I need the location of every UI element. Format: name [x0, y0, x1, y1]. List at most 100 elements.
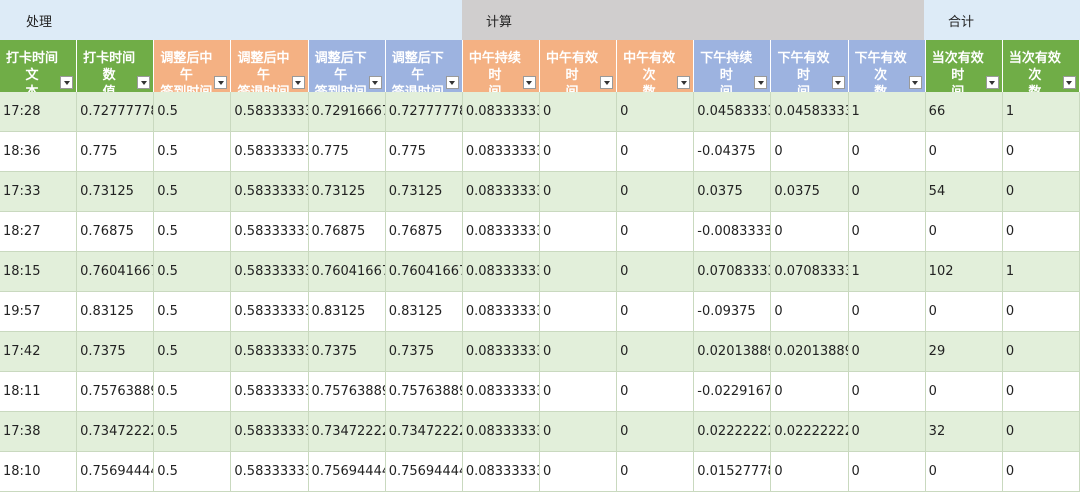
column-header-5[interactable]: 调整后下午签退时间 [385, 40, 463, 92]
table-cell[interactable]: 0.08333333 [462, 252, 540, 292]
table-cell[interactable]: 0 [617, 372, 695, 412]
table-cell[interactable]: 0.5 [154, 292, 232, 332]
table-cell[interactable]: 0.5 [154, 412, 232, 452]
table-cell[interactable]: 0.5 [154, 132, 232, 172]
table-cell[interactable]: 0.775 [308, 132, 386, 172]
table-cell[interactable]: 0.73125 [308, 172, 386, 212]
table-cell[interactable]: 0.75694444 [385, 452, 463, 492]
table-cell[interactable]: 0 [1002, 212, 1080, 252]
table-cell[interactable]: 0 [617, 92, 695, 132]
table-cell[interactable]: 0.83125 [385, 292, 463, 332]
table-cell[interactable]: 18:10 [0, 452, 78, 492]
table-cell[interactable]: 0 [1002, 292, 1080, 332]
table-cell[interactable]: 0.08333333 [462, 452, 540, 492]
table-cell[interactable]: 0.08333333 [462, 132, 540, 172]
table-cell[interactable]: 0 [1002, 132, 1080, 172]
table-cell[interactable]: 0.83125 [308, 292, 386, 332]
table-cell[interactable]: 0.58333333 [231, 212, 309, 252]
table-cell[interactable]: 17:38 [0, 412, 78, 452]
table-cell[interactable]: 0 [617, 132, 695, 172]
table-cell[interactable]: 0 [925, 292, 1003, 332]
table-cell[interactable]: 0.58333333 [231, 252, 309, 292]
table-cell[interactable]: 0.58333333 [231, 452, 309, 492]
table-cell[interactable]: 0 [925, 372, 1003, 412]
table-cell[interactable]: 0 [617, 452, 695, 492]
table-cell[interactable]: 0 [1002, 372, 1080, 412]
filter-dropdown-icon[interactable] [368, 76, 382, 89]
table-cell[interactable]: 0.83125 [77, 292, 155, 332]
filter-dropdown-icon[interactable] [908, 76, 922, 89]
table-cell[interactable]: 0.02013889 [694, 332, 772, 372]
table-cell[interactable]: 0.75763889 [77, 372, 155, 412]
table-cell[interactable]: 0.07083333 [694, 252, 772, 292]
table-cell[interactable]: 0.7375 [77, 332, 155, 372]
table-cell[interactable]: 0.58333333 [231, 92, 309, 132]
table-cell[interactable]: 0.75763889 [385, 372, 463, 412]
table-cell[interactable]: 0.04583333 [771, 92, 849, 132]
table-cell[interactable]: 0.76041667 [308, 252, 386, 292]
table-cell[interactable]: 0.5 [154, 252, 232, 292]
table-cell[interactable]: 1 [848, 92, 926, 132]
table-cell[interactable]: 0.08333333 [462, 332, 540, 372]
table-cell[interactable]: 0 [848, 452, 926, 492]
table-cell[interactable]: 0.08333333 [462, 292, 540, 332]
table-cell[interactable]: 0 [771, 452, 849, 492]
table-cell[interactable]: 0.72777778 [77, 92, 155, 132]
filter-dropdown-icon[interactable] [60, 76, 74, 89]
table-cell[interactable]: 0 [539, 92, 618, 132]
column-header-2[interactable]: 调整后中午签到时间 [154, 40, 232, 92]
table-cell[interactable]: 0.08333333 [462, 412, 540, 452]
table-cell[interactable]: 32 [925, 412, 1003, 452]
column-header-11[interactable]: 下午有效次数 [848, 40, 926, 92]
table-cell[interactable]: 0.58333333 [231, 172, 309, 212]
table-cell[interactable]: 19:57 [0, 292, 78, 332]
table-cell[interactable]: 0 [1002, 332, 1080, 372]
table-cell[interactable]: 0.75763889 [308, 372, 386, 412]
table-cell[interactable]: 0 [617, 172, 695, 212]
table-cell[interactable]: 0 [539, 332, 618, 372]
column-header-6[interactable]: 中午持续时间 [462, 40, 540, 92]
table-cell[interactable]: 17:42 [0, 332, 78, 372]
table-cell[interactable]: 18:15 [0, 252, 78, 292]
table-cell[interactable]: 0 [539, 172, 618, 212]
column-header-8[interactable]: 中午有效次数 [617, 40, 695, 92]
table-cell[interactable]: 0.72916667 [308, 92, 386, 132]
table-cell[interactable]: 0.72777778 [385, 92, 463, 132]
column-header-10[interactable]: 下午有效时间 [771, 40, 849, 92]
table-cell[interactable]: -0.04375 [694, 132, 772, 172]
table-cell[interactable]: 0.5 [154, 332, 232, 372]
table-cell[interactable]: 0 [1002, 412, 1080, 452]
filter-dropdown-icon[interactable] [214, 76, 228, 89]
table-cell[interactable]: 0.07083333 [771, 252, 849, 292]
table-cell[interactable]: 0 [539, 212, 618, 252]
table-cell[interactable]: 0.7375 [385, 332, 463, 372]
table-cell[interactable]: 0 [617, 332, 695, 372]
table-cell[interactable]: 0 [848, 372, 926, 412]
group-header-calculation[interactable]: 计算 [462, 0, 924, 40]
table-cell[interactable]: 0.73472222 [385, 412, 463, 452]
table-cell[interactable]: 0 [539, 372, 618, 412]
table-cell[interactable]: 0.5 [154, 452, 232, 492]
table-cell[interactable]: 18:27 [0, 212, 78, 252]
table-cell[interactable]: 0 [539, 412, 618, 452]
filter-dropdown-icon[interactable] [445, 76, 459, 89]
table-cell[interactable]: 0 [848, 332, 926, 372]
table-cell[interactable]: 0.04583333 [694, 92, 772, 132]
table-cell[interactable]: 0 [771, 212, 849, 252]
table-cell[interactable]: 0.0375 [771, 172, 849, 212]
filter-dropdown-icon[interactable] [754, 76, 768, 89]
table-cell[interactable]: 0.02013889 [771, 332, 849, 372]
table-cell[interactable]: 0.76875 [77, 212, 155, 252]
column-header-1[interactable]: 打卡时间数值 [77, 40, 155, 92]
table-cell[interactable]: 0.73472222 [77, 412, 155, 452]
table-cell[interactable]: 0.58333333 [231, 412, 309, 452]
filter-dropdown-icon[interactable] [600, 76, 614, 89]
table-cell[interactable]: 0.76041667 [77, 252, 155, 292]
group-header-total[interactable]: 合计 [924, 0, 1080, 40]
table-cell[interactable]: 0.58333333 [231, 132, 309, 172]
table-cell[interactable]: 54 [925, 172, 1003, 212]
table-cell[interactable]: 0.76041667 [385, 252, 463, 292]
table-cell[interactable]: -0.0229167 [694, 372, 772, 412]
table-cell[interactable]: 0.7375 [308, 332, 386, 372]
table-cell[interactable]: 0 [848, 412, 926, 452]
